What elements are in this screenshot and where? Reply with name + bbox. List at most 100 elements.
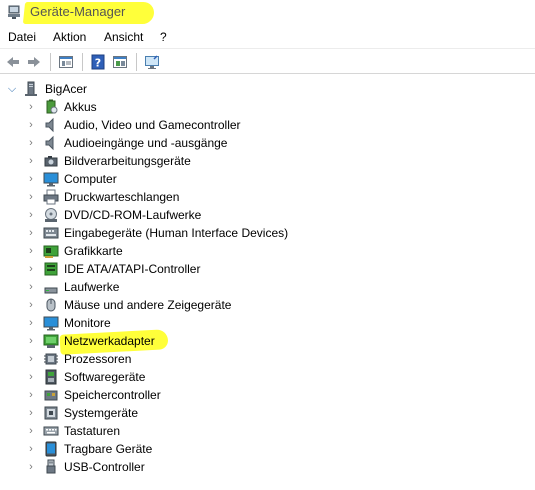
tree-item-label: Tragbare Geräte <box>64 442 153 456</box>
expand-chevron-icon[interactable]: › <box>26 460 36 474</box>
tree-item-label: Systemgeräte <box>64 406 139 420</box>
tree-root[interactable]: ⌵ BigAcer <box>0 80 535 98</box>
expand-chevron-icon[interactable]: › <box>26 280 36 294</box>
tree-item-keyboards[interactable]: › Tastaturen <box>0 422 535 440</box>
display-adapter-icon <box>43 245 59 258</box>
storage-controller-icon <box>44 390 58 401</box>
speaker-icon <box>45 135 54 151</box>
tree-item-graphics[interactable]: › Grafikkarte <box>0 242 535 260</box>
expand-chevron-icon[interactable]: › <box>26 100 36 114</box>
collapse-chevron-icon[interactable]: ⌵ <box>7 82 17 96</box>
expand-chevron-icon[interactable]: › <box>26 316 36 330</box>
camera-icon <box>44 156 58 167</box>
usb-icon <box>46 459 56 474</box>
expand-chevron-icon[interactable]: › <box>26 406 36 420</box>
disk-drive-icon <box>44 287 58 294</box>
tree-item-dvd[interactable]: › DVD/CD-ROM-Laufwerke <box>0 206 535 224</box>
tree-item-audio-video[interactable]: › Audio, Video und Gamecontroller <box>0 116 535 134</box>
monitor-icon <box>43 172 59 187</box>
tree-item-hid[interactable]: › Eingabegeräte (Human Interface Devices… <box>0 224 535 242</box>
battery-icon <box>46 99 58 114</box>
menu-aktion[interactable]: Aktion <box>53 28 86 46</box>
tree-item-label: Prozessoren <box>64 352 132 366</box>
tree-item-label: Netzwerkadapter <box>64 334 155 348</box>
processor-icon <box>44 353 58 365</box>
system-device-icon <box>44 406 58 420</box>
forward-arrow-icon[interactable] <box>24 52 44 72</box>
tree-item-print-queues[interactable]: › Druckwarteschlangen <box>0 188 535 206</box>
tree-root-label: BigAcer <box>45 82 88 96</box>
device-tree: ⌵ BigAcer › Akkus › Audio, Video und Gam… <box>0 78 535 490</box>
properties-icon[interactable] <box>56 52 76 72</box>
tree-item-computer[interactable]: › Computer <box>0 170 535 188</box>
tree-item-label: Tastaturen <box>64 424 121 438</box>
tree-item-storage-controllers[interactable]: › Speichercontroller <box>0 386 535 404</box>
expand-chevron-icon[interactable]: › <box>26 208 36 222</box>
tree-item-label: USB-Controller <box>64 460 145 474</box>
svg-text:?: ? <box>95 57 101 70</box>
network-adapter-icon <box>43 334 59 348</box>
tree-item-label: IDE ATA/ATAPI-Controller <box>64 262 201 276</box>
computer-tower-icon <box>25 81 37 96</box>
disc-drive-icon <box>45 208 57 222</box>
menu-bar: Datei Aktion Ansicht ? <box>0 26 535 46</box>
tree-item-label: Speichercontroller <box>64 388 161 402</box>
device-manager-icon <box>8 5 20 19</box>
title-bar: Geräte-Manager <box>0 0 535 24</box>
tree-item-network-adapters[interactable]: › Netzwerkadapter <box>0 329 535 355</box>
tree-item-mice[interactable]: › Mäuse und andere Zeigegeräte <box>0 296 535 314</box>
ide-controller-icon <box>44 262 58 276</box>
expand-chevron-icon[interactable]: › <box>26 154 36 168</box>
tree-item-label: Softwaregeräte <box>64 370 146 384</box>
tree-item-monitors[interactable]: › Monitore <box>0 314 535 332</box>
expand-chevron-icon[interactable]: › <box>26 172 36 186</box>
toolbar-separator <box>82 53 83 71</box>
tree-item-label: Audioeingänge und -ausgänge <box>64 136 228 150</box>
tree-item-label: Laufwerke <box>64 280 120 294</box>
printer-icon <box>43 189 59 205</box>
menu-ansicht[interactable]: Ansicht <box>104 28 143 46</box>
tree-item-ide[interactable]: › IDE ATA/ATAPI-Controller <box>0 260 535 278</box>
expand-chevron-icon[interactable]: › <box>26 388 36 402</box>
expand-chevron-icon[interactable]: › <box>26 424 36 438</box>
help-icon[interactable]: ? <box>88 52 108 72</box>
expand-chevron-icon[interactable]: › <box>26 370 36 384</box>
tree-item-drives[interactable]: › Laufwerke <box>0 278 535 296</box>
expand-chevron-icon[interactable]: › <box>26 244 36 258</box>
tree-item-label: Bildverarbeitungsgeräte <box>64 154 191 168</box>
keyboard-icon <box>43 426 59 436</box>
software-device-icon <box>45 369 57 385</box>
expand-chevron-icon[interactable]: › <box>26 190 36 204</box>
scan-hardware-icon[interactable] <box>142 52 162 72</box>
hid-icon <box>43 227 59 239</box>
portable-device-icon <box>45 441 57 457</box>
tree-item-label: Monitore <box>64 316 111 330</box>
expand-chevron-icon[interactable]: › <box>26 262 36 276</box>
tree-item-software-devices[interactable]: › Softwaregeräte <box>0 368 535 386</box>
expand-chevron-icon[interactable]: › <box>26 226 36 240</box>
toolbar-separator <box>50 53 51 71</box>
tree-item-akkus[interactable]: › Akkus <box>0 98 535 116</box>
tree-item-system-devices[interactable]: › Systemgeräte <box>0 404 535 422</box>
tree-item-audio-io[interactable]: › Audioeingänge und -ausgänge <box>0 134 535 152</box>
expand-chevron-icon[interactable]: › <box>26 298 36 312</box>
tree-item-processors[interactable]: › Prozessoren <box>0 350 535 368</box>
toolbar: ? <box>0 48 535 74</box>
toolbar-separator <box>136 53 137 71</box>
expand-chevron-icon[interactable]: › <box>26 352 36 366</box>
toggle-view-icon[interactable] <box>110 52 130 72</box>
tree-item-label: Druckwarteschlangen <box>64 190 180 204</box>
tree-item-label: DVD/CD-ROM-Laufwerke <box>64 208 202 222</box>
tree-item-imaging[interactable]: › Bildverarbeitungsgeräte <box>0 152 535 170</box>
expand-chevron-icon[interactable]: › <box>26 136 36 150</box>
expand-chevron-icon[interactable]: › <box>26 334 36 348</box>
menu-help[interactable]: ? <box>160 28 167 46</box>
monitor-icon <box>43 316 59 331</box>
back-arrow-icon[interactable] <box>3 52 23 72</box>
tree-item-portable-devices[interactable]: › Tragbare Geräte <box>0 440 535 458</box>
tree-item-label: Eingabegeräte (Human Interface Devices) <box>64 226 289 240</box>
expand-chevron-icon[interactable]: › <box>26 118 36 132</box>
menu-datei[interactable]: Datei <box>8 28 36 46</box>
expand-chevron-icon[interactable]: › <box>26 442 36 456</box>
tree-item-usb-controllers[interactable]: › USB-Controller <box>0 458 535 476</box>
